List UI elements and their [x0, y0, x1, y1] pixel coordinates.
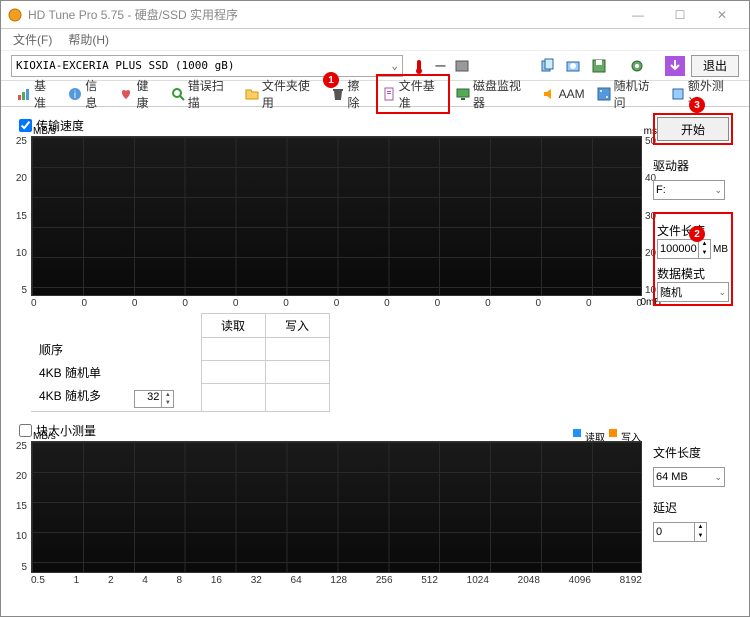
temp-dash: 一	[435, 58, 446, 74]
titlebar: HD Tune Pro 5.75 - 硬盘/SSD 实用程序 — ☐ ✕	[1, 1, 749, 29]
side-panel: 3 开始 驱动器 F:⌄ 2 文件长度 100000▲▼ MB 数据模式 随机⌄…	[653, 111, 733, 586]
tab-random[interactable]: 随机访问	[591, 74, 665, 114]
read-write-table: 读取写入 顺序 4KB 随机单 4KB 随机多 32▲▼	[31, 313, 330, 412]
drive-select-value: KIOXIA-EXCERIA PLUS SSD (1000 gB)	[16, 59, 235, 72]
minimize-button[interactable]: —	[617, 2, 659, 28]
copy-icon[interactable]	[537, 56, 557, 76]
marker-1: 1	[323, 72, 339, 88]
menubar: 文件(F) 帮助(H)	[1, 29, 749, 51]
main-panel: 传输速度 252015105 MB/s ms 5040302010 0mB 00…	[11, 111, 643, 586]
multi-queue-input[interactable]: 32▲▼	[134, 390, 174, 408]
legend-write-swatch	[609, 429, 617, 437]
cell-seq-read	[201, 338, 265, 361]
temperature-icon[interactable]	[409, 56, 429, 76]
chevron-down-icon: ⌄	[714, 185, 722, 196]
spin-down-icon[interactable]: ▼	[695, 532, 706, 541]
tab-errorscan[interactable]: 错误扫描	[165, 74, 239, 114]
cell-seq-write	[265, 338, 329, 361]
chart-icon	[17, 87, 31, 101]
cell-4ks-read	[201, 361, 265, 384]
cell-4km-read	[201, 384, 265, 412]
marker-2: 2	[689, 226, 705, 242]
col-write: 写入	[265, 314, 329, 338]
cell-4km-write	[265, 384, 329, 412]
spin-up-icon[interactable]: ▲	[695, 523, 706, 532]
row-4k-single: 4KB 随机单	[39, 366, 101, 380]
folder-icon	[245, 87, 259, 101]
window-title: HD Tune Pro 5.75 - 硬盘/SSD 实用程序	[28, 6, 617, 23]
chevron-down-icon: ⌄	[391, 59, 398, 72]
menu-help[interactable]: 帮助(H)	[62, 29, 115, 50]
tab-folder[interactable]: 文件夹使用	[239, 74, 325, 114]
maximize-button[interactable]: ☐	[659, 2, 701, 28]
chart2-x-axis: 0.512481632641282565121024204840968192	[31, 573, 642, 586]
speaker-icon	[542, 87, 556, 101]
extra-icon	[671, 87, 685, 101]
chart-transfer	[31, 136, 642, 296]
monitor-icon	[456, 87, 470, 101]
transfer-speed-checkbox[interactable]	[19, 119, 32, 132]
chevron-down-icon: ⌄	[718, 287, 726, 298]
save-icon[interactable]	[589, 56, 609, 76]
legend-read-swatch	[573, 429, 581, 437]
chart-blocksize	[31, 441, 642, 573]
app-icon	[7, 7, 23, 23]
chevron-down-icon: ⌄	[714, 472, 722, 483]
file-icon	[382, 87, 396, 101]
drive-letter-select[interactable]: F:⌄	[653, 180, 725, 200]
tab-health[interactable]: 健康	[113, 74, 164, 114]
datamode-label: 数据模式	[657, 265, 729, 282]
filelen2-label: 文件长度	[653, 444, 733, 461]
screenshot-icon[interactable]	[563, 56, 583, 76]
hdd-icon[interactable]	[452, 56, 472, 76]
close-button[interactable]: ✕	[701, 2, 743, 28]
filelen-input[interactable]: 100000▲▼	[657, 239, 711, 259]
spin-down-icon[interactable]: ▼	[162, 399, 173, 407]
start-button[interactable]: 开始	[657, 117, 729, 141]
svg-text:i: i	[74, 90, 76, 101]
info-icon: i	[68, 87, 82, 101]
settings-icon[interactable]	[627, 56, 647, 76]
blocksize-checkbox[interactable]	[19, 424, 32, 437]
delay-label: 延迟	[653, 499, 733, 516]
drive-label: 驱动器	[653, 157, 733, 174]
delay-input[interactable]: 0▲▼	[653, 522, 707, 542]
tab-info[interactable]: i信息	[62, 74, 113, 114]
search-icon	[171, 87, 185, 101]
menu-file[interactable]: 文件(F)	[7, 29, 58, 50]
row-seq: 顺序	[39, 343, 63, 357]
chart2-y-left: 252015105	[11, 441, 29, 573]
health-icon	[119, 87, 133, 101]
filelen-unit: MB	[713, 244, 728, 255]
datamode-select[interactable]: 随机⌄	[657, 282, 729, 302]
chart1-y-left: 252015105	[11, 136, 29, 296]
tabbar: 基准 i信息 健康 错误扫描 文件夹使用 擦除 1 文件基准 磁盘监视器 AAM…	[1, 81, 749, 107]
spin-up-icon[interactable]: ▲	[162, 391, 173, 399]
marker-3: 3	[689, 97, 705, 113]
spin-down-icon[interactable]: ▼	[699, 249, 710, 258]
download-icon[interactable]	[665, 56, 685, 76]
row-4k-multi: 4KB 随机多	[39, 389, 101, 403]
cell-4ks-write	[265, 361, 329, 384]
filelen2-select[interactable]: 64 MB⌄	[653, 467, 725, 487]
spin-up-icon[interactable]: ▲	[699, 240, 710, 249]
tab-basic[interactable]: 基准	[11, 74, 62, 114]
tab-diskmon[interactable]: 磁盘监视器	[450, 74, 536, 114]
chart1-x-axis: 0000000000000	[31, 296, 642, 309]
random-icon	[597, 87, 611, 101]
trash-icon	[331, 87, 345, 101]
tab-filebench[interactable]: 文件基准	[376, 74, 450, 114]
tab-aam[interactable]: AAM	[536, 84, 591, 104]
col-read: 读取	[201, 314, 265, 338]
